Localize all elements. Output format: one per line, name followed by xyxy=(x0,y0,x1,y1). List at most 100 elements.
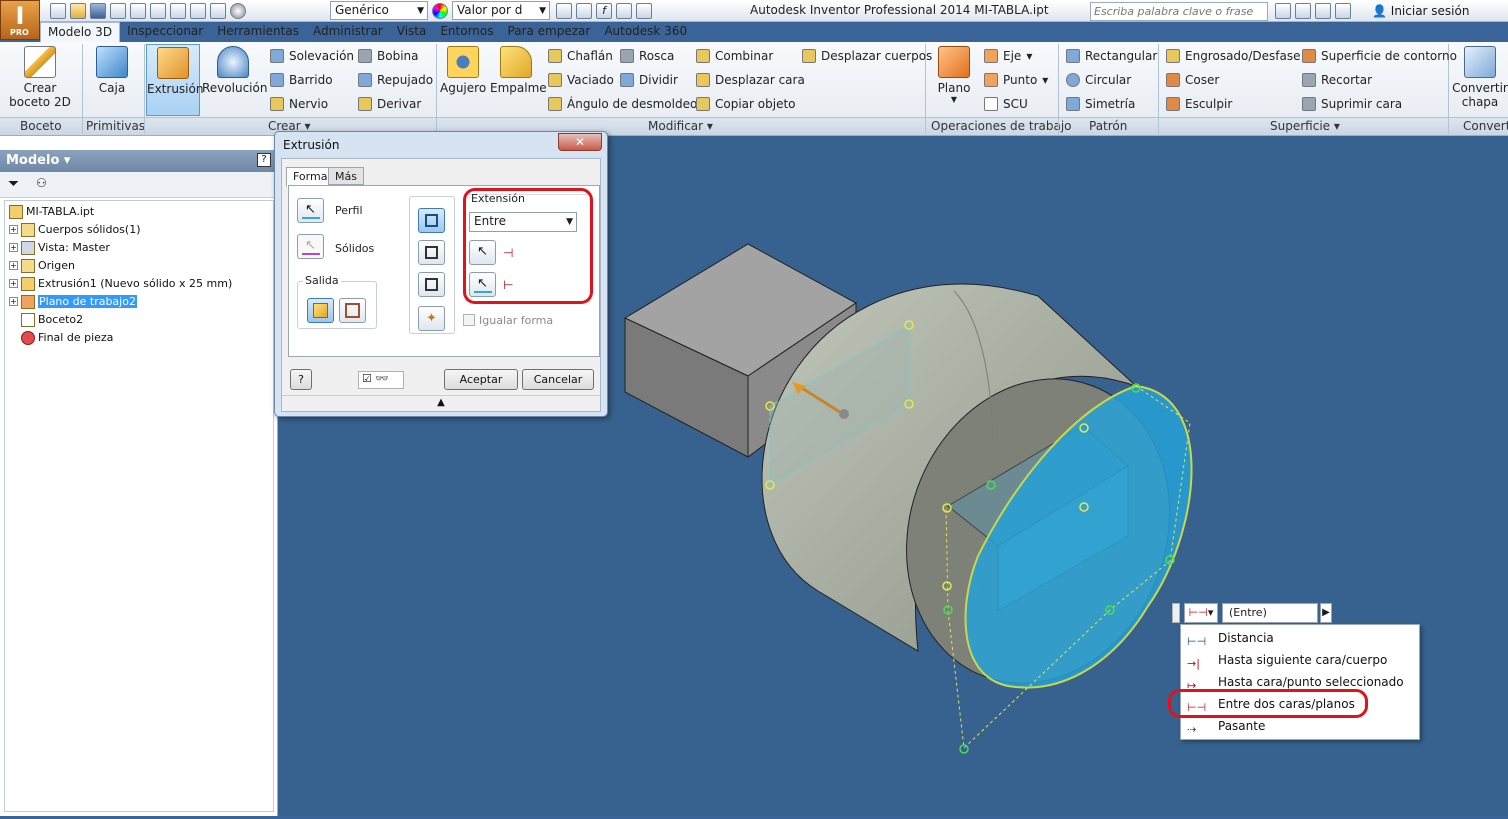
thread-button[interactable]: Rosca xyxy=(620,47,674,65)
boundary-patch-button[interactable]: Superficie de contorno xyxy=(1302,47,1457,65)
panel-label-boceto[interactable]: Boceto xyxy=(20,119,62,133)
move-face-button[interactable]: Desplazar cara xyxy=(696,71,805,89)
emboss-button[interactable]: Repujado xyxy=(358,71,433,89)
intersect-button[interactable] xyxy=(418,272,445,297)
shell-button[interactable]: Vaciado xyxy=(548,71,614,89)
tab-entornos[interactable]: Entornos xyxy=(433,22,500,42)
menu-item-hasta-siguiente[interactable]: →| Hasta siguiente cara/cuerpo xyxy=(1181,649,1419,671)
thicken-button[interactable]: Engrosado/Desfase xyxy=(1166,47,1301,65)
ucs-button[interactable]: SCU xyxy=(984,95,1028,113)
ok-button[interactable]: Aceptar xyxy=(444,369,518,390)
panel-label-operaciones[interactable]: Operaciones de trabajo xyxy=(931,119,1072,133)
tree-item-solid-bodies[interactable]: + Cuerpos sólidos(1) xyxy=(9,221,140,238)
tree-item-extrusion1[interactable]: + Extrusión1 (Nuevo sólido x 25 mm) xyxy=(9,275,232,292)
tab-modelo-3d[interactable]: Modelo 3D xyxy=(40,22,121,42)
mini-toolbar-grip[interactable] xyxy=(1172,603,1180,623)
loft-button[interactable]: Solevación xyxy=(270,47,354,65)
update-icon[interactable] xyxy=(170,3,186,19)
chamfer-button[interactable]: Chaflán xyxy=(548,47,613,65)
expand-icon[interactable]: + xyxy=(9,261,18,270)
print-icon[interactable] xyxy=(150,3,166,19)
tab-autodesk-360[interactable]: Autodesk 360 xyxy=(597,22,694,42)
tree-item-end-of-part[interactable]: Final de pieza xyxy=(21,329,113,346)
help-search-input[interactable]: Escriba palabra clave o frase xyxy=(1090,2,1268,21)
box-button[interactable]: Caja xyxy=(92,46,132,95)
cut-button[interactable] xyxy=(418,240,445,265)
filter-icon[interactable]: ⏷ xyxy=(8,176,19,192)
surface-output-button[interactable] xyxy=(339,298,366,323)
work-axis-button[interactable]: Eje ▾ xyxy=(984,47,1032,65)
fillet-button[interactable]: Empalme xyxy=(490,46,547,95)
derive-button[interactable]: Derivar xyxy=(358,95,421,113)
revolve-button[interactable]: Revolución xyxy=(202,46,267,95)
extrusion-button[interactable]: Extrusión xyxy=(146,44,203,116)
draft-angle-button[interactable]: Ángulo de desmoldeo xyxy=(548,95,697,113)
signin-link[interactable]: 👤 Iniciar sesión xyxy=(1372,4,1469,18)
combine-button[interactable]: Combinar xyxy=(696,47,773,65)
find-binoculars-icon[interactable]: ⚇ xyxy=(36,176,47,190)
panel-label-patron[interactable]: Patrón xyxy=(1089,119,1127,133)
clear-appearance-icon[interactable] xyxy=(556,3,572,19)
extent-type-dropdown[interactable]: ⊢⊣▾ xyxy=(1184,603,1218,623)
convert-sheet-metal-button[interactable]: Convertir chapa xyxy=(1452,46,1508,109)
expand-icon[interactable]: + xyxy=(9,225,18,234)
extent-value-field[interactable]: (Entre) xyxy=(1222,603,1318,623)
tab-inspeccionar[interactable]: Inspeccionar xyxy=(120,22,210,42)
tools-icon[interactable] xyxy=(1295,3,1311,19)
split-button[interactable]: Dividir xyxy=(620,71,678,89)
rib-button[interactable]: Nervio xyxy=(270,95,328,113)
binoculars-icon[interactable] xyxy=(1275,3,1291,19)
copy-object-button[interactable]: Copiar objeto xyxy=(696,95,796,113)
appearance-combo[interactable]: Valor por d ▼ xyxy=(452,1,550,20)
expand-icon[interactable]: + xyxy=(9,297,18,306)
panel-label-superficie[interactable]: Superficie ▾ xyxy=(1270,119,1340,133)
adjust-icon[interactable] xyxy=(576,3,592,19)
app-logo-icon[interactable]: I PRO xyxy=(0,0,40,40)
open-folder-icon[interactable] xyxy=(70,3,86,19)
apply-arrow-icon[interactable]: ▶ xyxy=(1320,603,1332,623)
close-button[interactable]: ✕ xyxy=(558,133,602,151)
dialog-help-button[interactable]: ? xyxy=(290,369,312,390)
rectangular-pattern-button[interactable]: Rectangular xyxy=(1066,47,1157,65)
help-icon[interactable]: ? xyxy=(257,153,271,167)
tree-item-origin[interactable]: + Origen xyxy=(9,257,75,274)
new-file-icon[interactable] xyxy=(50,3,66,19)
cancel-button[interactable]: Cancelar xyxy=(522,369,594,390)
save-icon[interactable] xyxy=(90,3,106,19)
coil-button[interactable]: Bobina xyxy=(358,47,418,65)
undo-icon[interactable] xyxy=(110,3,126,19)
panel-label-modificar[interactable]: Modificar ▾ xyxy=(648,119,713,133)
line-weight-icon[interactable] xyxy=(616,3,632,19)
fx-icon[interactable]: f xyxy=(596,3,612,19)
favorites-star-icon[interactable] xyxy=(1335,3,1351,19)
redo-icon[interactable] xyxy=(130,3,146,19)
create-sketch-button[interactable]: Crear boceto 2D xyxy=(8,46,72,109)
panel-label-convertir[interactable]: Converti xyxy=(1463,119,1508,133)
expand-icon[interactable]: + xyxy=(9,279,18,288)
work-point-button[interactable]: Punto ▾ xyxy=(984,71,1048,89)
profile-select-button[interactable]: ↖ xyxy=(297,198,324,223)
preview-toggle[interactable]: ☑ 👓 xyxy=(358,371,404,389)
tree-item-sketch2[interactable]: Boceto2 xyxy=(21,311,83,328)
material-combo[interactable]: Genérico ▼ xyxy=(330,1,428,20)
tab-mas[interactable]: Más xyxy=(328,167,364,185)
sweep-button[interactable]: Barrido xyxy=(270,71,333,89)
mirror-button[interactable]: Simetría xyxy=(1066,95,1135,113)
circular-pattern-button[interactable]: Circular xyxy=(1066,71,1131,89)
tab-administrar[interactable]: Administrar xyxy=(306,22,390,42)
solids-select-button[interactable]: ↖ xyxy=(297,234,324,259)
sculpt-button[interactable]: Esculpir xyxy=(1166,95,1232,113)
tab-herramientas[interactable]: Herramientas xyxy=(210,22,306,42)
match-shape-checkbox[interactable] xyxy=(463,314,475,326)
tab-vista[interactable]: Vista xyxy=(390,22,434,42)
tree-item-view[interactable]: + Vista: Master xyxy=(9,239,110,256)
join-button[interactable] xyxy=(418,208,445,233)
plus-icon[interactable] xyxy=(636,3,652,19)
hole-button[interactable]: Agujero xyxy=(440,46,486,95)
tab-para-empezar[interactable]: Para empezar xyxy=(501,22,598,42)
trim-button[interactable]: Recortar xyxy=(1302,71,1372,89)
select-icon[interactable] xyxy=(210,3,226,19)
communication-icon[interactable] xyxy=(1315,3,1331,19)
tree-item-work-plane2[interactable]: + Plano de trabajo2 xyxy=(9,293,137,310)
properties-icon[interactable] xyxy=(190,3,206,19)
